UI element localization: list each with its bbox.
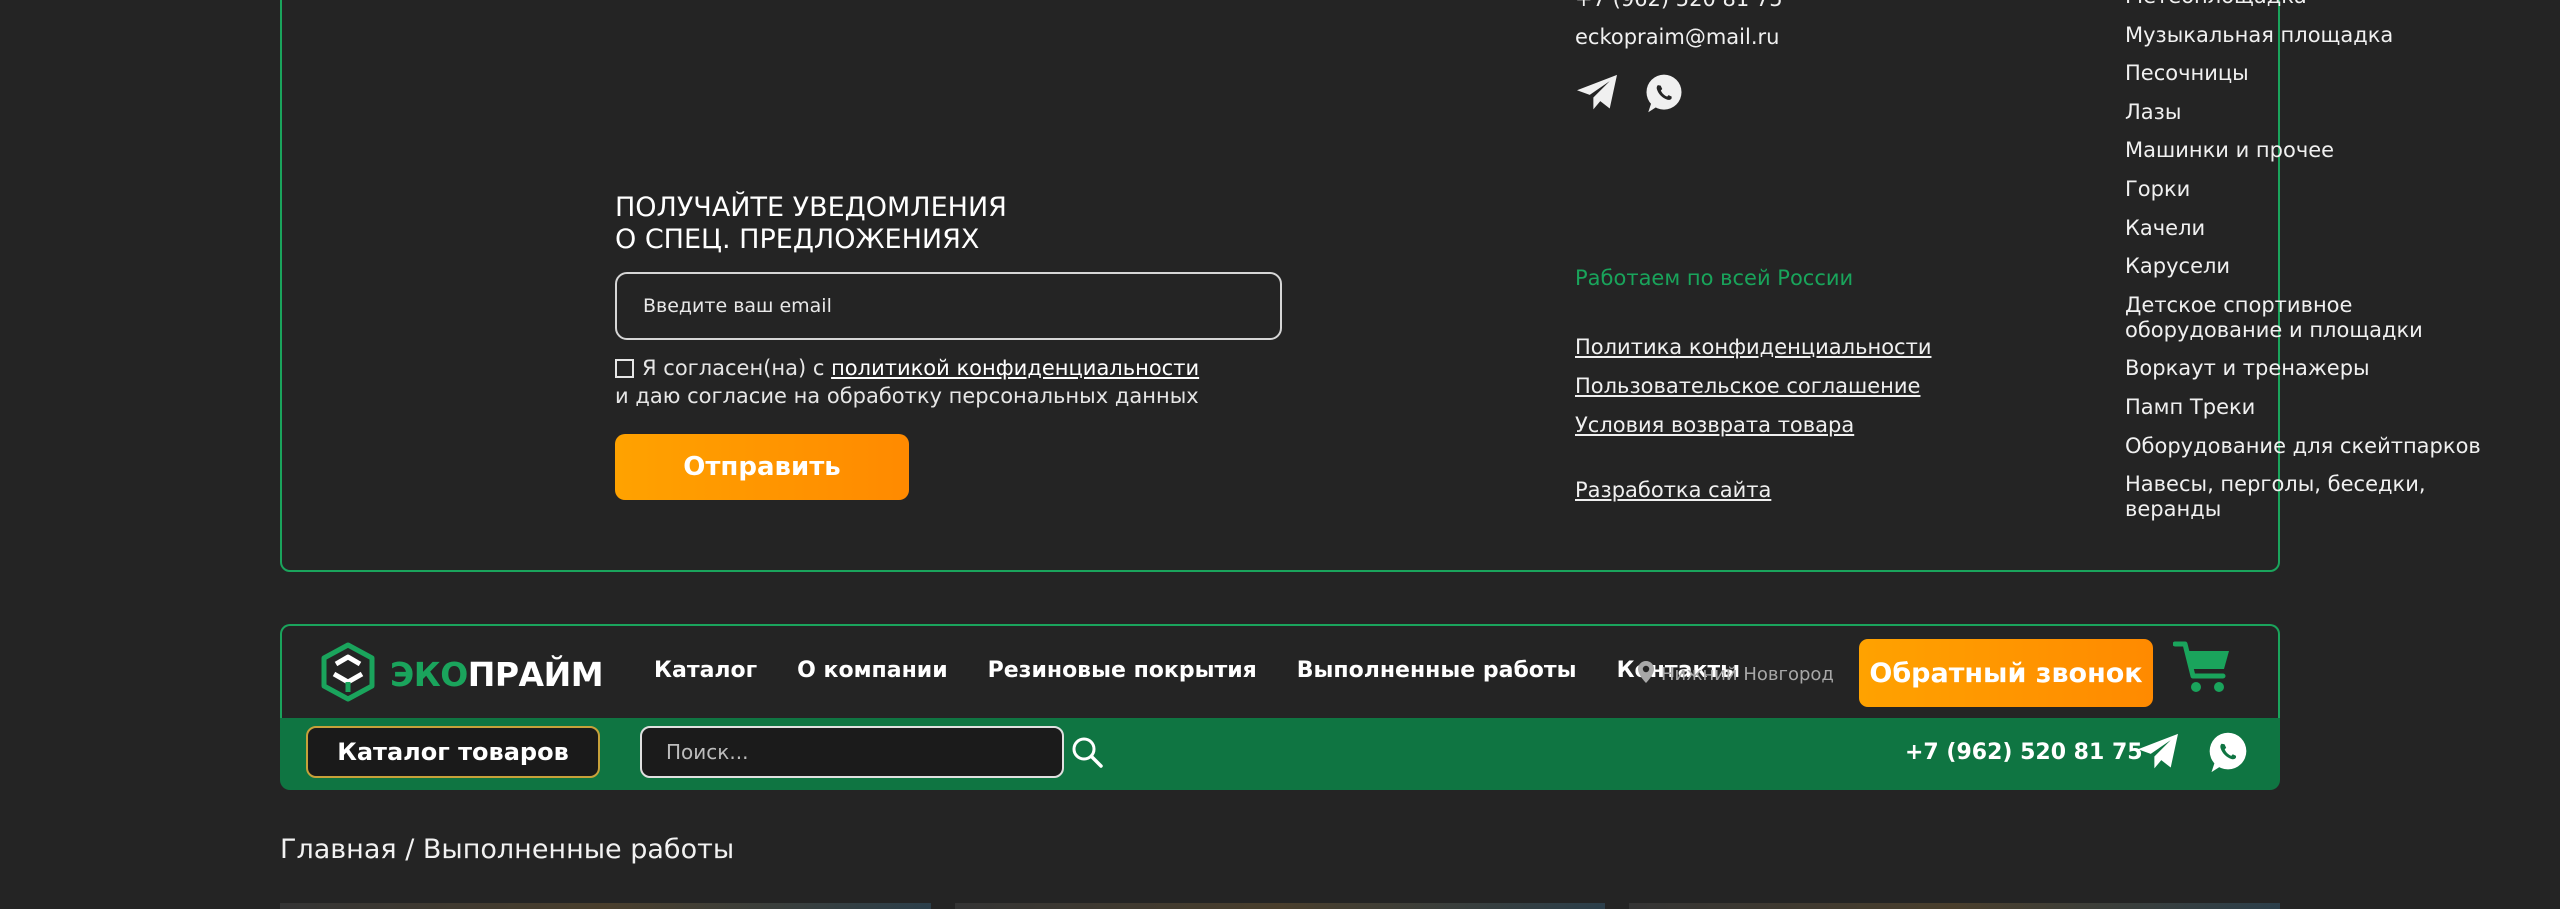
gallery-thumb[interactable] [280,903,931,909]
logo-text: ЭКОПРАЙМ [390,654,604,694]
subscribe-section: ПОЛУЧАЙТЕ УВЕДОМЛЕНИЯ О СПЕЦ. ПРЕДЛОЖЕНИ… [615,192,1285,500]
whatsapp-icon[interactable] [1643,72,1685,114]
legal-links: Политика конфиденциальности Пользователь… [1575,328,1931,510]
breadcrumb: Главная / Выполненные работы [280,834,734,865]
consent-prefix: Я согласен(на) с [642,356,825,380]
footer-social [1575,72,1783,114]
main-nav: Каталог О компании Резиновые покрытия Вы… [654,658,1740,683]
telegram-icon[interactable] [2136,732,2180,776]
category-link[interactable]: Оборудование для скейтпарков [2125,434,2525,459]
return-policy-link[interactable]: Условия возврата товара [1575,406,1931,445]
gallery-thumb[interactable] [954,903,1606,909]
category-link[interactable]: Воркаут и тренажеры [2125,356,2525,381]
catalog-button[interactable]: Каталог товаров [306,726,600,778]
location-pin-icon [1637,660,1655,689]
header-toolbar: Каталог товаров +7 (962) 520 81 75 [280,718,2280,790]
consent-suffix: и даю согласие на обработку персональных… [615,384,1199,408]
category-link[interactable]: Детское спортивное оборудование и площад… [2125,293,2525,343]
city-selector[interactable]: Нижний Новгород [1637,660,1834,689]
gallery-thumb[interactable] [1629,903,2281,909]
nav-rubber-coatings[interactable]: Резиновые покрытия [988,658,1257,683]
privacy-link[interactable]: Политика конфиденциальности [1575,328,1931,367]
category-link[interactable]: Лазы [2125,100,2525,125]
subscribe-title: ПОЛУЧАЙТЕ УВЕДОМЛЕНИЯ О СПЕЦ. ПРЕДЛОЖЕНИ… [615,192,1007,255]
footer-contacts: +7 (962) 520 81 75 eckopraim@mail.ru [1575,0,1783,114]
header-phone[interactable]: +7 (962) 520 81 75 [1905,740,2143,765]
callback-button[interactable]: Обратный звонок [1859,639,2153,707]
footer-card: ПОЛУЧАЙТЕ УВЕДОМЛЕНИЯ О СПЕЦ. ПРЕДЛОЖЕНИ… [280,0,2481,572]
breadcrumb-separator: / [396,834,423,865]
breadcrumb-home[interactable]: Главная [280,834,397,865]
category-link[interactable]: Памп Треки [2125,395,2525,420]
whatsapp-icon[interactable] [2206,730,2250,778]
city-name: Нижний Новгород [1661,664,1834,685]
category-link[interactable]: Метеоплощадка [2125,0,2525,9]
footer-email[interactable]: eckopraim@mail.ru [1575,18,1783,56]
category-link[interactable]: Музыкальная площадка [2125,23,2525,48]
nav-catalog[interactable]: Каталог [654,658,757,683]
category-link[interactable]: Машинки и прочее [2125,138,2525,163]
region-note: Работаем по всей России [1575,266,1854,290]
submit-button[interactable]: Отправить [615,434,909,500]
telegram-icon[interactable] [1575,73,1619,113]
cart-icon[interactable] [2172,640,2233,702]
nav-completed-works[interactable]: Выполненные работы [1297,658,1577,683]
nav-about[interactable]: О компании [797,658,947,683]
category-link[interactable]: Горки [2125,177,2525,202]
site-header: ЭКОПРАЙМ Каталог О компании Резиновые по… [280,624,2280,720]
search-icon[interactable] [1070,735,1104,773]
logo-icon [320,642,376,706]
site-development-link[interactable]: Разработка сайта [1575,471,1931,510]
category-link[interactable]: Песочницы [2125,61,2525,86]
footer-categories: Метеоплощадка Музыкальная площадка Песоч… [2125,0,2525,536]
gallery-preview [280,903,2281,909]
email-field[interactable] [615,272,1282,340]
footer-phone[interactable]: +7 (962) 520 81 75 [1575,0,1783,18]
breadcrumb-current: Выполненные работы [422,834,735,865]
logo[interactable]: ЭКОПРАЙМ [320,642,604,706]
category-link[interactable]: Навесы, перголы, беседки, веранды [2125,472,2525,522]
consent-text: Я согласен(на) с политикой конфиденциаль… [615,354,1285,410]
consent-checkbox[interactable] [615,358,634,378]
user-agreement-link[interactable]: Пользовательское соглашение [1575,367,1931,406]
category-link[interactable]: Карусели [2125,254,2525,279]
privacy-policy-link[interactable]: политикой конфиденциальности [831,354,1199,382]
category-link[interactable]: Качели [2125,216,2525,241]
search-input[interactable] [640,726,1064,778]
